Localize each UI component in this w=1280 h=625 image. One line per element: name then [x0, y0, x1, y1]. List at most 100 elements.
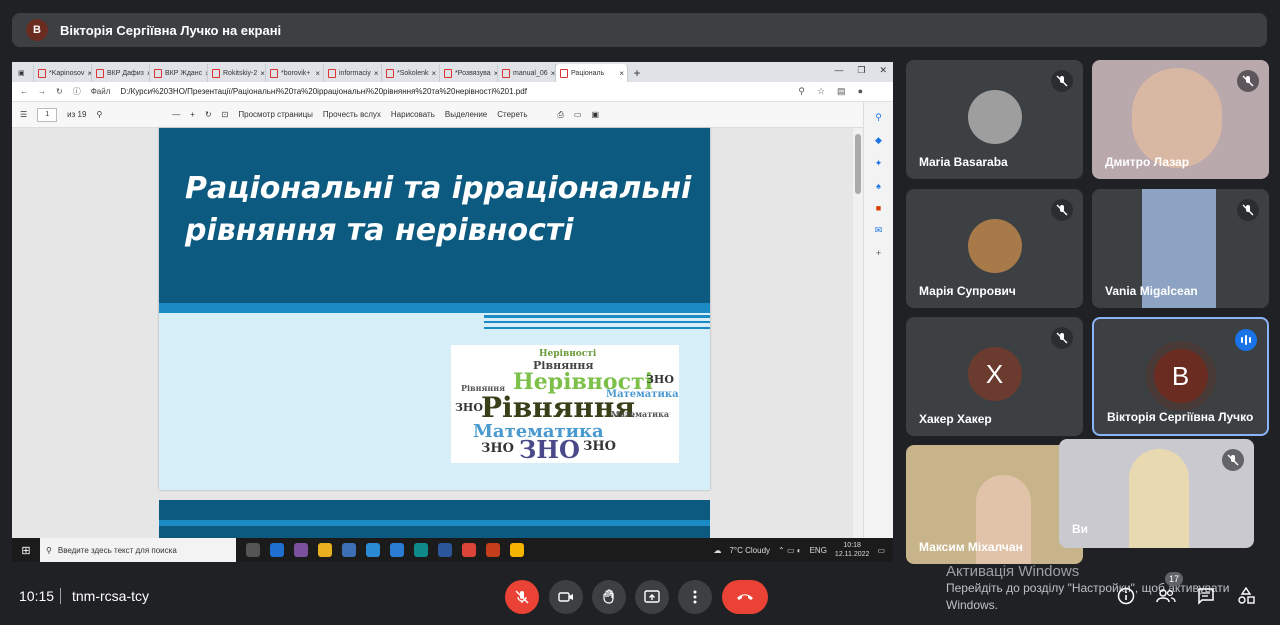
contents-icon[interactable]: ☰	[20, 110, 27, 119]
minimize-icon[interactable]: —	[834, 65, 843, 76]
zoom-in-icon[interactable]: +	[190, 110, 195, 119]
windows-start-icon[interactable]: ⊞	[12, 544, 40, 557]
weather-text[interactable]: 7°C Cloudy	[729, 546, 770, 555]
tray-icons[interactable]: ⌃ ▭ ◐	[778, 546, 802, 555]
back-icon[interactable]: ←	[20, 87, 28, 96]
close-icon[interactable]: ×	[432, 69, 437, 78]
mail-icon[interactable]	[270, 543, 284, 557]
participant-tile[interactable]: Vania Migalcean	[1092, 189, 1269, 308]
extension-icon[interactable]: ⚲	[798, 86, 805, 97]
participant-tile-speaking[interactable]: В Вікторія Сергіївна Лучко	[1092, 317, 1269, 436]
browser-tab-active[interactable]: Раціональ ×	[556, 64, 628, 82]
participants-button[interactable]	[1156, 586, 1176, 606]
app-icon[interactable]	[342, 543, 356, 557]
office-icon[interactable]: ■	[876, 203, 881, 213]
participant-tile[interactable]: Марія Супрович	[906, 189, 1083, 308]
presenter-avatar: В	[26, 19, 48, 41]
activities-button[interactable]	[1236, 586, 1256, 606]
rotate-icon[interactable]: ↻	[205, 110, 212, 119]
close-icon[interactable]: ✕	[879, 65, 887, 76]
restore-icon[interactable]: ❐	[857, 65, 865, 76]
url-field[interactable]: D:/Курси%20ЗНО/Презентації/Раціональні%2…	[120, 87, 527, 96]
viber-icon[interactable]	[294, 543, 308, 557]
scrollbar-thumb[interactable]	[855, 134, 861, 194]
profile-icon[interactable]: ●	[858, 86, 863, 97]
tab-actions-icon[interactable]: ▣	[12, 64, 34, 82]
participant-tile[interactable]: Максим Міхалчан	[906, 445, 1083, 564]
notifications-icon[interactable]: ▭	[877, 546, 885, 555]
add-icon[interactable]: +	[876, 248, 881, 258]
page-number-input[interactable]: 1	[37, 107, 58, 122]
browser-tab[interactable]: *Sokolenk ×	[382, 64, 440, 82]
self-view-tile[interactable]: Ви	[1059, 439, 1254, 548]
edge-icon[interactable]	[414, 543, 428, 557]
search-icon[interactable]: ⚲	[96, 110, 102, 119]
window-controls: — ❐ ✕	[834, 65, 887, 76]
chat-button[interactable]	[1196, 586, 1216, 606]
pdf-scrollbar[interactable]	[853, 128, 863, 538]
close-icon[interactable]: ×	[315, 69, 320, 78]
leave-call-button[interactable]	[722, 580, 768, 614]
save-icon[interactable]: ▭	[574, 110, 582, 119]
draw-button[interactable]: Нарисовать	[391, 110, 435, 119]
page-view-button[interactable]: Просмотр страницы	[238, 110, 313, 119]
collections-icon[interactable]: ▤	[837, 86, 846, 97]
close-icon[interactable]: ×	[551, 69, 555, 78]
powerpoint-icon[interactable]	[486, 543, 500, 557]
info-icon[interactable]: ⓘ	[73, 86, 81, 97]
forward-icon[interactable]: →	[38, 87, 46, 96]
taskbar-search[interactable]: ⚲ Введите здесь текст для поиска	[40, 538, 236, 562]
favorite-icon[interactable]: ☆	[817, 86, 825, 97]
reload-icon[interactable]: ↻	[56, 87, 63, 96]
browser-tab[interactable]: *Розвязува ×	[440, 64, 498, 82]
participant-count-badge: 17	[1165, 572, 1183, 586]
taskbar-clock[interactable]: 10:18 12.11.2022	[835, 541, 870, 559]
word-icon[interactable]	[438, 543, 452, 557]
explorer-icon[interactable]	[318, 543, 332, 557]
close-icon[interactable]: ×	[619, 69, 624, 78]
language-indicator[interactable]: ENG	[810, 546, 827, 555]
windows-taskbar: ⊞ ⚲ Введите здесь текст для поиска ☁ 7°C …	[12, 538, 893, 562]
slide-stripe	[484, 321, 710, 323]
browser-tab[interactable]: manual_06 ×	[498, 64, 556, 82]
participant-tile[interactable]: Дмитро Лазар	[1092, 60, 1269, 179]
browser-tab[interactable]: ВКР Дафиз×	[92, 64, 150, 82]
tab-label: *Розвязува	[455, 69, 491, 77]
participant-tile[interactable]: Х Хакер Хакер	[906, 317, 1083, 436]
games-icon[interactable]: ♠	[876, 181, 881, 191]
read-aloud-button[interactable]: Прочесть вслух	[323, 110, 381, 119]
browser-tab[interactable]: informaciy ×	[324, 64, 382, 82]
meeting-info-button[interactable]	[1116, 586, 1136, 606]
shopping-icon[interactable]: ◆	[875, 135, 882, 146]
task-view-icon[interactable]	[246, 543, 260, 557]
raise-hand-button[interactable]	[592, 580, 626, 614]
browser-tab[interactable]: *Kapinosov ×	[34, 64, 92, 82]
mic-toggle-button[interactable]	[505, 580, 539, 614]
save-as-icon[interactable]: ▣	[591, 110, 599, 119]
chrome-icon[interactable]	[462, 543, 476, 557]
participant-name: Дмитро Лазар	[1105, 155, 1190, 169]
store-icon[interactable]	[366, 543, 380, 557]
search-icon[interactable]: ⚲	[875, 112, 882, 123]
close-icon[interactable]: ×	[374, 69, 379, 78]
browser-tab[interactable]: Rokitskiy-2 ×	[208, 64, 266, 82]
new-tab-button[interactable]: +	[628, 64, 646, 82]
outlook-icon[interactable]: ✉	[875, 225, 883, 236]
chrome-icon[interactable]	[510, 543, 524, 557]
close-icon[interactable]: ×	[260, 69, 265, 78]
camera-toggle-button[interactable]	[549, 580, 583, 614]
telegram-icon[interactable]	[390, 543, 404, 557]
erase-button[interactable]: Стереть	[497, 110, 527, 119]
browser-tab[interactable]: ВКР Жданс×	[150, 64, 208, 82]
tools-icon[interactable]: ✦	[875, 158, 883, 169]
slide-stripe	[484, 327, 710, 329]
print-icon[interactable]: ⎙	[558, 110, 564, 120]
highlight-button[interactable]: Выделение	[445, 110, 487, 119]
participant-tile[interactable]: Maria Basaraba	[906, 60, 1083, 179]
fit-icon[interactable]: ⊡	[222, 110, 229, 119]
present-screen-button[interactable]	[635, 580, 669, 614]
zoom-out-icon[interactable]: —	[172, 110, 180, 119]
browser-tab[interactable]: *borovik+ ×	[266, 64, 324, 82]
pdf-viewer[interactable]: Раціональні та ірраціональні рівняння та…	[12, 128, 862, 540]
more-options-button[interactable]	[678, 580, 712, 614]
